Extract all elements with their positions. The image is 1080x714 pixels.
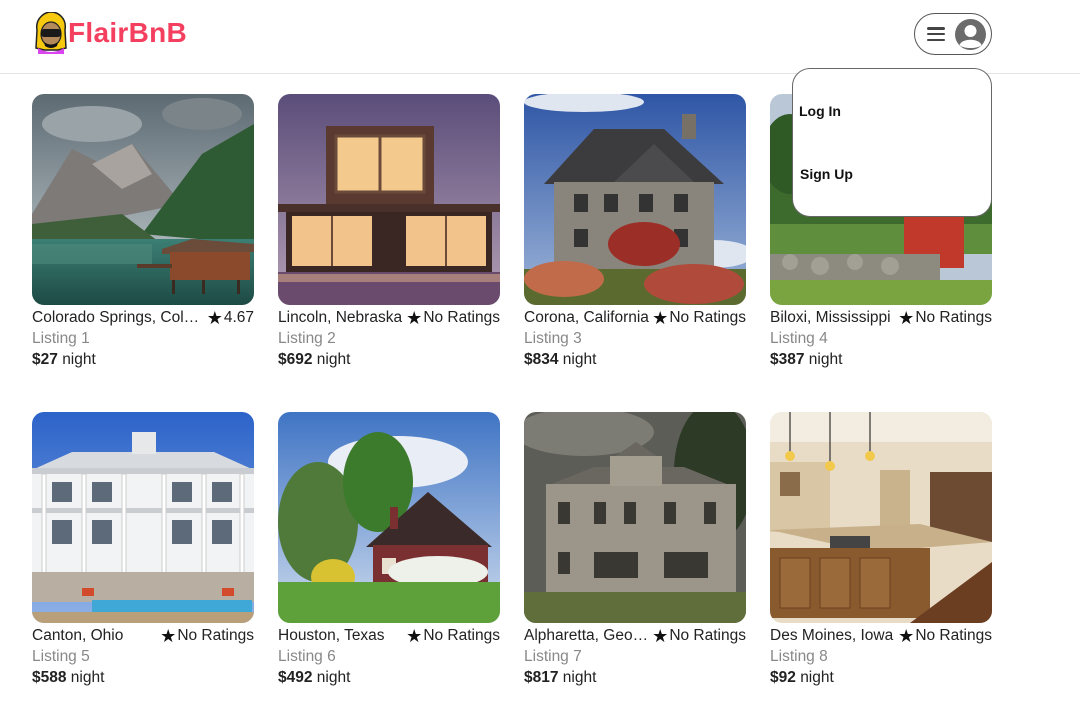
profile-menu-button[interactable] [914,13,992,55]
listing-price: $387 night [770,349,992,370]
listing-price-amount: $588 [32,669,67,686]
listing-price-amount: $92 [770,669,796,686]
listing-card[interactable]: Alpharetta, Georgia ★ No Ratings Listing… [524,412,746,688]
listing-title: Listing 5 [32,648,90,665]
listing-price: $692 night [278,349,500,370]
listing-title: Listing 2 [278,330,336,347]
listing-price-unit: night [800,669,834,686]
listing-price: $817 night [524,667,746,688]
listing-price-unit: night [316,669,351,686]
listing-rating: ★ No Ratings [652,309,746,327]
star-icon: ★ [898,307,915,328]
listing-price: $92 night [770,667,992,688]
listing-rating-value: No Ratings [177,626,254,644]
listing-rating-value: No Ratings [669,308,746,326]
listing-title: Listing 8 [770,648,828,665]
listing-location: Biloxi, Mississippi [770,308,891,326]
listing-title: Listing 7 [524,648,582,665]
listing-card[interactable]: Colorado Springs, Colorado ★ 4.67 Listin… [32,94,254,370]
listing-location: Colorado Springs, Colorado [32,308,207,326]
listing-card[interactable]: Canton, Ohio ★ No Ratings Listing 5 $588… [32,412,254,688]
listing-photo[interactable] [278,412,500,623]
star-icon: ★ [406,307,423,328]
hamburger-icon [927,27,945,41]
top-header: FlairBnB [0,0,1080,74]
listing-photo[interactable] [32,94,254,305]
listing-rating: ★ No Ratings [898,309,992,327]
listing-rating-value: No Ratings [915,308,992,326]
listing-title: Listing 3 [524,330,582,347]
listing-price-unit: night [562,669,597,686]
star-icon: ★ [160,625,177,646]
listing-price-amount: $387 [770,351,805,368]
listing-rating: ★ 4.67 [207,309,254,327]
listing-rating-value: No Ratings [423,308,500,326]
listing-location: Corona, California [524,308,649,326]
listing-card[interactable]: Houston, Texas ★ No Ratings Listing 6 $4… [278,412,500,688]
listing-price-unit: night [808,351,843,368]
listing-location: Lincoln, Nebraska [278,308,403,326]
listing-rating-value: 4.67 [223,308,254,326]
listing-rating-value: No Ratings [915,626,992,644]
listing-location: Houston, Texas [278,626,385,644]
star-icon: ★ [406,625,423,646]
brand-logo[interactable]: FlairBnB [32,11,188,54]
listing-rating: ★ No Ratings [652,627,746,645]
listing-rating: ★ No Ratings [406,627,500,645]
listing-price-amount: $692 [278,351,313,368]
star-icon: ★ [206,307,223,328]
listing-price: $588 night [32,667,254,688]
profile-dropdown-menu: Log In Sign Up [792,68,992,217]
listing-location: Alpharetta, Georgia [524,626,653,644]
listing-card[interactable]: Des Moines, Iowa ★ No Ratings Listing 8 … [770,412,992,688]
login-menu-item[interactable]: Log In [799,103,841,119]
listing-rating: ★ No Ratings [898,627,992,645]
listing-price-unit: night [562,351,597,368]
listing-price: $27 night [32,349,254,370]
listing-card[interactable]: Corona, California ★ No Ratings Listing … [524,94,746,370]
listing-title: Listing 1 [32,330,90,347]
listing-rating-value: No Ratings [423,626,500,644]
listing-photo[interactable] [770,412,992,623]
user-avatar-icon [955,18,986,50]
signup-menu-item[interactable]: Sign Up [800,166,853,182]
listing-price: $834 night [524,349,746,370]
listing-price-unit: night [70,669,105,686]
listing-price-unit: night [62,351,96,368]
star-icon: ★ [652,625,669,646]
logo-mascot-icon [32,11,70,54]
listing-rating: ★ No Ratings [406,309,500,327]
listing-title: Listing 6 [278,648,336,665]
listing-price-amount: $27 [32,351,58,368]
brand-name: FlairBnB [68,17,188,48]
listing-location: Canton, Ohio [32,626,124,644]
listing-rating-value: No Ratings [669,626,746,644]
listing-price-amount: $817 [524,669,559,686]
listing-photo[interactable] [524,94,746,305]
star-icon: ★ [652,307,669,328]
listing-price-amount: $834 [524,351,559,368]
star-icon: ★ [898,625,915,646]
listing-photo[interactable] [524,412,746,623]
listing-card[interactable]: Lincoln, Nebraska ★ No Ratings Listing 2… [278,94,500,370]
listing-rating: ★ No Ratings [160,627,254,645]
listing-location: Des Moines, Iowa [770,626,894,644]
listing-title: Listing 4 [770,330,828,347]
listing-photo[interactable] [32,412,254,623]
listing-price-amount: $492 [278,669,313,686]
listing-price-unit: night [316,351,351,368]
listing-photo[interactable] [278,94,500,305]
listing-price: $492 night [278,667,500,688]
